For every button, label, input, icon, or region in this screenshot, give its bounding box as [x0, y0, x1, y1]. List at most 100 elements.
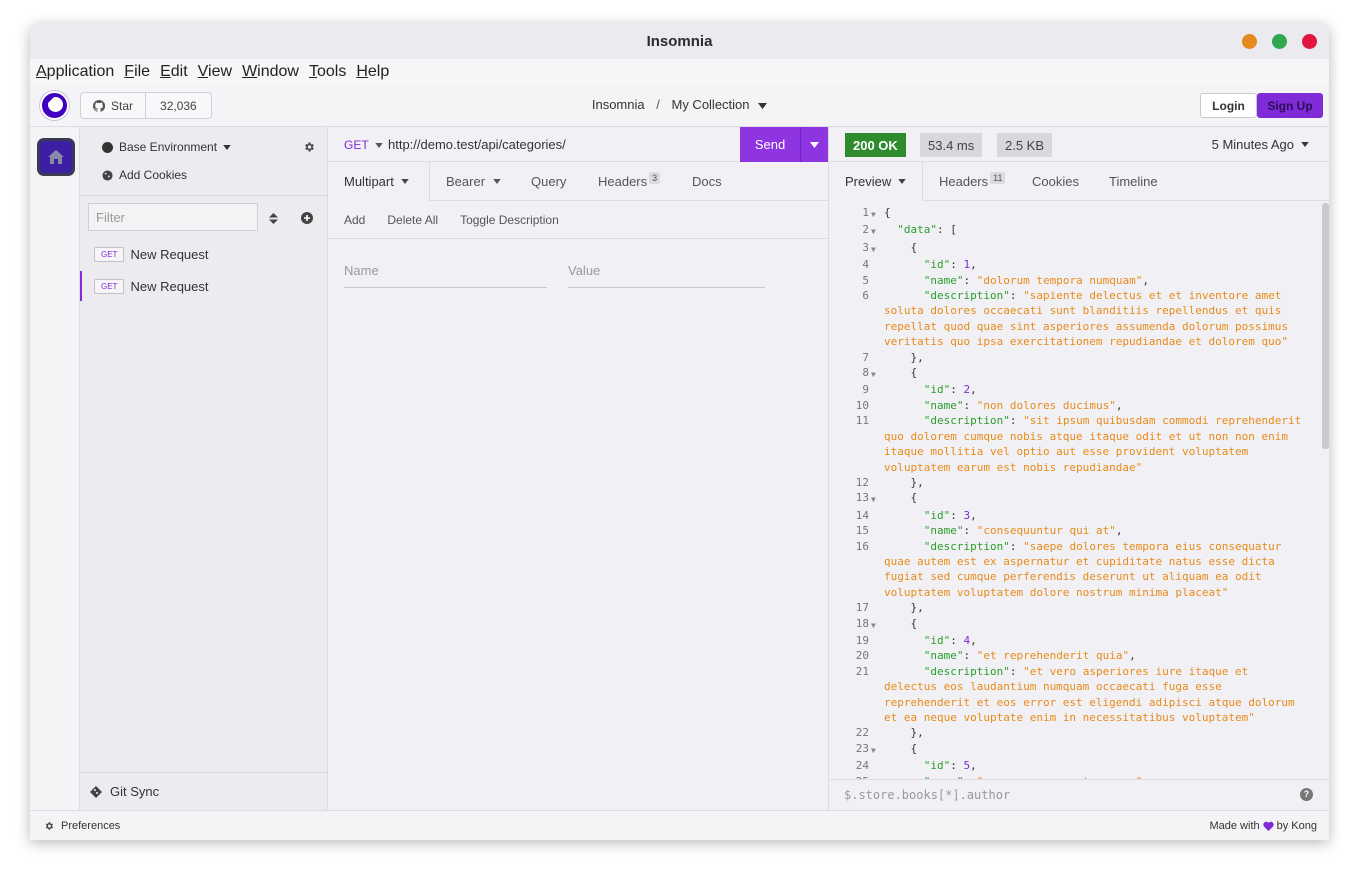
menu-mnemonic: W [242, 63, 258, 80]
menu-label: iew [208, 63, 233, 80]
sort-icon [269, 213, 278, 224]
code-text: "name": "dolorum tempora numquam", [923, 273, 1149, 287]
tab-headers[interactable]: Headers 3 [598, 162, 661, 201]
gear-icon [305, 142, 314, 152]
menu-tools[interactable]: Tools [309, 63, 346, 81]
sidebar-request-item[interactable]: GET New Request [80, 271, 327, 301]
line-number: 6 [862, 289, 869, 303]
close-button[interactable] [1302, 34, 1317, 49]
create-button[interactable] [301, 211, 313, 229]
heart-icon [1262, 821, 1274, 831]
menu-application[interactable]: Application [36, 63, 114, 81]
send-options-button[interactable] [800, 127, 828, 162]
response-history-dropdown[interactable]: 5 Minutes Ago [1212, 137, 1309, 152]
fold-arrow-icon[interactable]: ▼ [871, 205, 884, 222]
tab-cookies[interactable]: Cookies [1032, 162, 1079, 201]
code-text: { [884, 616, 918, 630]
response-body-viewer[interactable]: 1 ▼{2 ▼ "data": [3 ▼ {4 "id": 1, 5 "name": "… [829, 201, 1319, 779]
sidebar-filter-input[interactable]: Filter [88, 203, 258, 231]
fold-arrow-icon[interactable]: ▼ [871, 222, 884, 239]
sort-button[interactable] [269, 211, 278, 229]
fold-arrow-icon[interactable]: ▼ [871, 616, 884, 633]
response-filter-placeholder: $.store.books[*].author [844, 788, 1011, 802]
home-button[interactable] [37, 138, 75, 176]
fold-arrow-icon[interactable]: ▼ [871, 240, 884, 257]
app-window: Insomnia Application File Edit View Window To… [30, 23, 1329, 840]
code-line: 7 }, [829, 350, 1319, 365]
environment-selector[interactable]: Base Environment [102, 140, 231, 154]
tab-timeline[interactable]: Timeline [1109, 162, 1158, 201]
status-text: 200 OK [853, 137, 898, 153]
fold-arrow-icon[interactable]: ▼ [871, 490, 884, 507]
code-text: "data": [ [897, 223, 957, 237]
preferences-button[interactable]: Preferences [44, 820, 120, 832]
delete-all-button[interactable]: Delete All [387, 213, 438, 227]
code-text: "id": 2, [923, 383, 977, 397]
param-value-input[interactable]: Value [568, 263, 765, 288]
environment-settings-button[interactable] [303, 140, 315, 158]
menu-view[interactable]: View [198, 63, 232, 81]
tab-response-headers[interactable]: Headers 11 [939, 162, 1006, 201]
tab-docs[interactable]: Docs [692, 162, 722, 201]
add-cookies-button[interactable]: Add Cookies [102, 168, 187, 182]
line-number: 1 [862, 206, 869, 219]
add-param-button[interactable]: Add [344, 213, 365, 227]
menu-edit[interactable]: Edit [160, 63, 188, 81]
url-input[interactable]: http://demo.test/api/categories/ [388, 137, 566, 152]
maximize-button[interactable] [1272, 34, 1287, 49]
collection-dropdown[interactable]: My Collection [671, 97, 768, 112]
code-line: 19 "id": 4, [829, 633, 1319, 648]
line-number: 10 [855, 398, 869, 412]
code-line: 1 ▼{ [829, 205, 1319, 222]
line-number: 18 [855, 616, 869, 630]
code-line: 17 }, [829, 600, 1319, 615]
code-text: "name": "non dolores ducimus", [923, 398, 1123, 412]
response-size-badge: 2.5 KB [997, 133, 1053, 157]
code-line: 16 "description": "saepe dolores tempora… [829, 539, 1319, 601]
code-text: { [884, 741, 918, 755]
method-dropdown[interactable]: GET [344, 138, 383, 152]
tab-body[interactable]: Multipart [328, 162, 430, 201]
menu-file[interactable]: File [124, 63, 150, 81]
code-line: 9 "id": 2, [829, 382, 1319, 397]
menu-label: elp [367, 63, 390, 80]
breadcrumb-separator: / [656, 97, 660, 112]
line-number: 13 [855, 491, 869, 505]
fold-arrow-icon[interactable]: ▼ [871, 741, 884, 758]
minimize-button[interactable] [1242, 34, 1257, 49]
line-number: 21 [855, 664, 869, 678]
response-filter-input[interactable]: $.store.books[*].author ? [829, 779, 1329, 810]
by-kong-link[interactable]: by Kong [1277, 820, 1317, 832]
line-number: 24 [855, 759, 869, 773]
response-scrollbar[interactable] [1322, 203, 1329, 449]
tab-auth[interactable]: Bearer [446, 162, 501, 201]
breadcrumb-root[interactable]: Insomnia [592, 97, 645, 112]
response-headers-count-badge: 11 [990, 171, 1006, 184]
line-number: 2 [862, 223, 869, 237]
method-badge: GET [94, 246, 125, 262]
environment-name: Base Environment [119, 140, 218, 154]
fold-gutter [871, 523, 884, 538]
git-sync-button[interactable]: Git Sync [80, 772, 327, 810]
help-icon[interactable]: ? [1300, 788, 1313, 801]
chevron-down-icon [758, 103, 768, 109]
fold-gutter [871, 664, 884, 726]
line-number: 8 [862, 366, 869, 380]
toggle-description-button[interactable]: Toggle Description [460, 213, 559, 227]
title-bar: Insomnia [30, 23, 1329, 59]
response-status-bar: 200 OK 53.4 ms 2.5 KB 5 Minutes Ago [829, 127, 1329, 162]
login-button[interactable]: Login [1200, 93, 1257, 118]
code-line: 3 ▼ { [829, 240, 1319, 257]
tab-query[interactable]: Query [531, 162, 566, 201]
menu-window[interactable]: Window [242, 63, 299, 81]
code-text: "id": 3, [923, 508, 977, 522]
line-number: 7 [862, 350, 869, 364]
tab-preview[interactable]: Preview [829, 162, 923, 201]
param-name-input[interactable]: Name [344, 263, 547, 288]
signup-button[interactable]: Sign Up [1257, 93, 1323, 118]
sidebar-request-item[interactable]: GET New Request [80, 239, 327, 269]
send-button[interactable]: Send [740, 127, 800, 162]
fold-arrow-icon[interactable]: ▼ [871, 365, 884, 382]
menu-help[interactable]: Help [356, 63, 389, 81]
code-text: }, [884, 726, 924, 740]
